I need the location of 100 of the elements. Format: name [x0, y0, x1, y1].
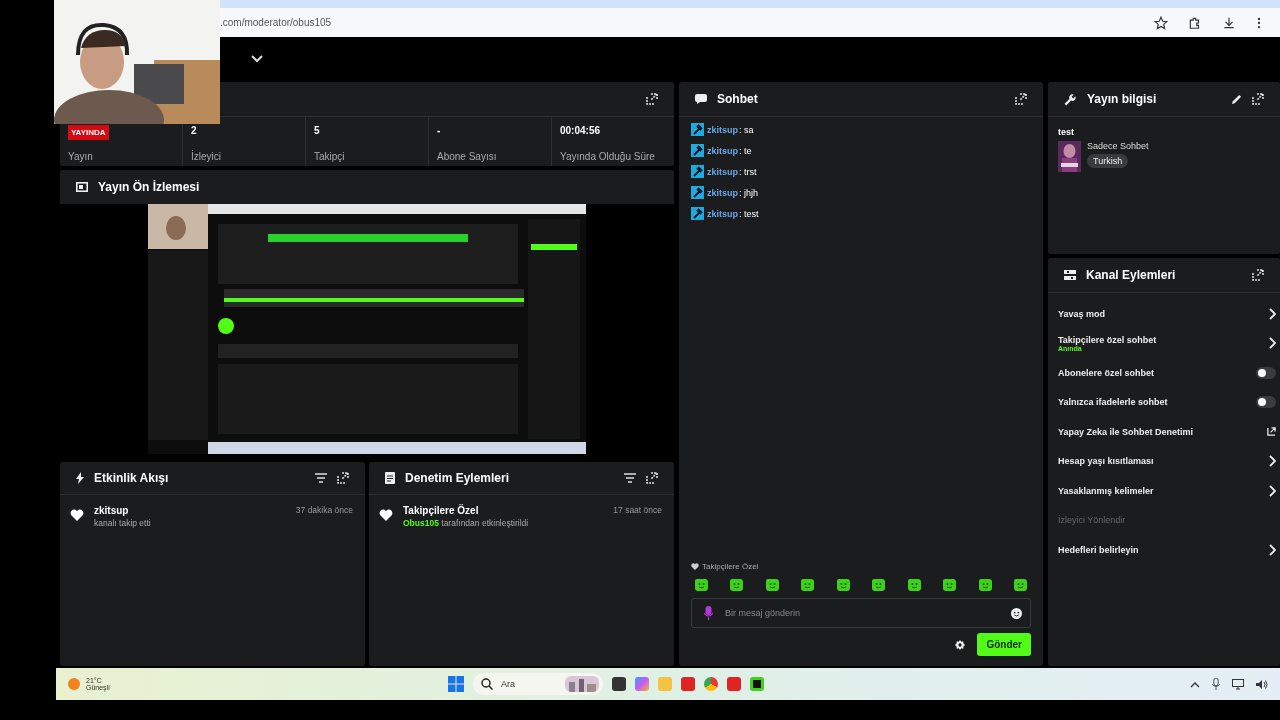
moderator-badge-icon: [691, 165, 704, 178]
language-tag[interactable]: Turkish: [1087, 154, 1129, 168]
chat-username[interactable]: zkitsup: [707, 208, 738, 219]
filter-icon[interactable]: [315, 473, 327, 483]
moderator-badge-icon: [691, 123, 704, 136]
message-field[interactable]: Bir mesaj gönderin: [691, 598, 1031, 628]
settings-icon[interactable]: [955, 639, 966, 650]
action-label[interactable]: Takipçilere özel sohbet: [1058, 334, 1263, 345]
microphone-icon[interactable]: [1212, 678, 1220, 690]
microphone-icon[interactable]: [704, 606, 713, 620]
toggle-switch[interactable]: [1256, 366, 1276, 379]
stat-label: Takipçi: [314, 151, 346, 162]
message-input[interactable]: Bir mesaj gönderin: [723, 607, 1001, 619]
app-icon[interactable]: [750, 677, 764, 691]
popout-icon[interactable]: [646, 93, 658, 105]
emote-icon[interactable]: [765, 578, 779, 591]
panel-title: Kanal Eylemleri: [1086, 268, 1176, 282]
action-label[interactable]: Abonelere özel sohbet: [1058, 367, 1250, 378]
emote-icon[interactable]: [872, 578, 886, 591]
windows-start-icon[interactable]: [448, 676, 464, 692]
event-description: kanalı takip etti: [94, 518, 152, 528]
lightning-icon: [76, 472, 84, 484]
taskbar-search-field[interactable]: Ara: [473, 673, 603, 695]
send-button[interactable]: Gönder: [977, 633, 1031, 656]
popout-icon[interactable]: [646, 472, 658, 484]
puzzle-icon[interactable]: [1188, 15, 1202, 30]
popout-icon[interactable]: [1015, 93, 1027, 105]
chat-message: : te: [739, 145, 752, 156]
chat-username[interactable]: zkitsup: [707, 166, 738, 177]
document-icon: [385, 472, 395, 484]
chevron-right-icon[interactable]: [1269, 543, 1276, 556]
stat-value: -: [437, 125, 442, 136]
action-label[interactable]: Yapay Zeka ile Sohbet Denetimi: [1058, 426, 1261, 437]
panel-title: Yayın bilgisi: [1087, 92, 1157, 106]
chat-bubble-icon: [695, 94, 707, 104]
action-label[interactable]: Hedefleri belirleyin: [1058, 544, 1263, 555]
popout-icon[interactable]: [1252, 93, 1264, 105]
speaker-icon[interactable]: [1256, 678, 1268, 690]
chevron-right-icon[interactable]: [1269, 455, 1276, 468]
heart-icon: [691, 563, 699, 570]
chat-username[interactable]: zkitsup: [707, 124, 738, 135]
action-label[interactable]: Hesap yaşı kısıtlaması: [1058, 456, 1263, 467]
emote-icon[interactable]: [978, 578, 992, 591]
action-label[interactable]: Yavaş mod: [1058, 308, 1263, 319]
monitor-icon[interactable]: [1232, 678, 1244, 690]
stat-value: 5: [314, 125, 321, 136]
action-label[interactable]: Yasaklanmış kelimeler: [1058, 485, 1263, 496]
event-title: Takipçilere Özel: [403, 505, 480, 516]
chevron-right-icon[interactable]: [1269, 307, 1276, 320]
chevron-right-icon[interactable]: [1269, 337, 1276, 350]
moderator-badge-icon: [691, 207, 704, 220]
chevron-down-icon[interactable]: [250, 53, 264, 64]
popout-icon[interactable]: [1252, 269, 1264, 281]
emote-icon[interactable]: [801, 578, 815, 591]
event-time: 37 dakika önce: [295, 505, 353, 515]
wrench-icon: [1064, 92, 1077, 106]
emote-icon[interactable]: [730, 578, 744, 591]
chevron-up-icon[interactable]: [1190, 680, 1200, 688]
moderator-badge-icon: [691, 144, 704, 157]
panel-title: Etkinlik Akışı: [94, 471, 169, 485]
panel-title: Sohbet: [717, 92, 758, 106]
film-icon: [76, 182, 88, 192]
address-bar[interactable]: .com/moderator/obus105: [220, 17, 332, 28]
browser-icon[interactable]: [704, 677, 718, 691]
chat-message: : jhjh: [739, 187, 759, 198]
pencil-icon[interactable]: [1231, 93, 1242, 105]
chat-username[interactable]: zkitsup: [707, 187, 738, 198]
panel-title: Yayın Ön İzlemesi: [98, 180, 200, 194]
emote-icon[interactable]: [943, 578, 957, 591]
emote-icon[interactable]: [695, 578, 708, 591]
menu-icon[interactable]: [1256, 15, 1262, 30]
action-label[interactable]: Yalnızca ifadelerle sohbet: [1058, 397, 1250, 408]
chat-message: : test: [739, 208, 759, 219]
task-view-icon[interactable]: [612, 677, 626, 691]
stat-label: Yayın: [68, 151, 94, 162]
emoji-icon[interactable]: [1011, 607, 1022, 619]
live-badge: YAYINDA: [68, 125, 109, 140]
sliders-icon: [1064, 269, 1076, 281]
emote-icon[interactable]: [1013, 578, 1027, 591]
moderator-badge-icon: [691, 186, 704, 199]
filter-icon[interactable]: [624, 473, 636, 483]
star-icon[interactable]: [1154, 15, 1168, 30]
toggle-switch[interactable]: [1256, 396, 1276, 409]
chat-username[interactable]: zkitsup: [707, 145, 738, 156]
chevron-right-icon[interactable]: [1269, 484, 1276, 497]
external-link-icon[interactable]: [1267, 427, 1276, 437]
stat-value: 2: [191, 125, 198, 136]
heart-icon: [379, 509, 393, 521]
chat-message: : trst: [739, 166, 757, 177]
stat-label: Yayında Olduğu Süre: [560, 151, 656, 162]
download-icon[interactable]: [1222, 15, 1236, 30]
popout-icon[interactable]: [337, 472, 349, 484]
event-description: Obus105 tarafından etkinleştirildi: [403, 518, 530, 528]
stream-title: test: [1058, 127, 1075, 137]
event-time: 17 saat önce: [613, 505, 662, 515]
emote-icon[interactable]: [907, 578, 921, 591]
emote-icon[interactable]: [836, 578, 850, 591]
chat-message: : sa: [739, 124, 754, 135]
category-link[interactable]: Sadece Sohbet: [1087, 141, 1149, 151]
action-label: İzleyici Yönlendir: [1058, 515, 1127, 526]
